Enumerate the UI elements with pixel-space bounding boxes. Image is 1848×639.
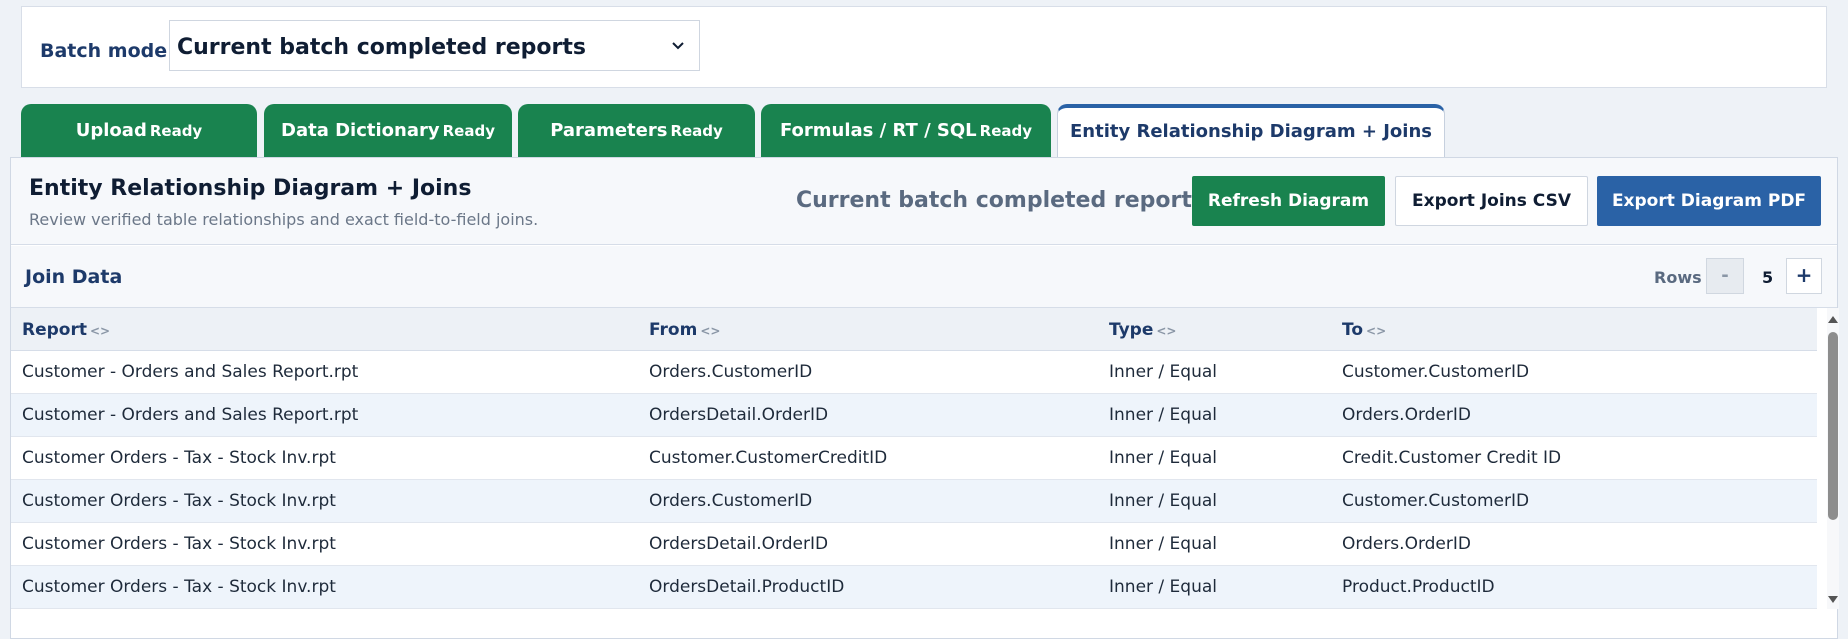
cell-to: Credit.Customer Credit ID (1342, 448, 1562, 468)
table-row[interactable]: Customer - Orders and Sales Report.rpt O… (11, 394, 1817, 437)
table-row[interactable]: Customer Orders - Tax - Stock Inv.rpt Cu… (11, 437, 1817, 480)
join-data-header: Join Data Rows - 5 + (11, 246, 1837, 308)
column-header-to[interactable]: To <> (1342, 320, 1386, 340)
tab-label: Entity Relationship Diagram + Joins (1070, 121, 1432, 142)
cell-report: Customer Orders - Tax - Stock Inv.rpt (22, 448, 336, 468)
column-header-report[interactable]: Report <> (22, 320, 110, 340)
cell-to: Orders.OrderID (1342, 405, 1471, 425)
batch-mode-bar: Batch mode Current batch completed repor… (21, 6, 1827, 88)
table-header-row: Report <> From <> Type <> To <> (11, 308, 1817, 351)
batch-mode-selected-value: Current batch completed reports (177, 35, 586, 60)
tab-data-dictionary[interactable]: Data Dictionary Ready (264, 104, 512, 157)
cell-to: Product.ProductID (1342, 577, 1495, 597)
page: Batch mode Current batch completed repor… (0, 0, 1848, 639)
sort-icon: <> (700, 324, 721, 338)
cell-type: Inner / Equal (1109, 362, 1217, 382)
chevron-down-icon (672, 42, 684, 50)
tab-status: Ready (670, 122, 723, 140)
refresh-diagram-button[interactable]: Refresh Diagram (1192, 176, 1385, 226)
export-diagram-pdf-button[interactable]: Export Diagram PDF (1597, 176, 1821, 226)
arrow-down-icon[interactable] (1828, 596, 1838, 603)
cell-to: Customer.CustomerID (1342, 362, 1530, 382)
batch-mode-label: Batch mode (40, 40, 168, 62)
tab-formulas-rt-sql[interactable]: Formulas / RT / SQL Ready (761, 104, 1051, 157)
tab-upload[interactable]: Upload Ready (21, 104, 257, 157)
current-batch-label: Current batch completed reports (796, 188, 1205, 213)
panel-subtitle: Review verified table relationships and … (29, 210, 539, 229)
cell-from: Customer.CustomerCreditID (649, 448, 888, 468)
column-header-type[interactable]: Type <> (1109, 320, 1176, 340)
column-header-from[interactable]: From <> (649, 320, 720, 340)
tab-label: Data Dictionary (281, 120, 440, 141)
rows-value: 5 (1762, 268, 1774, 287)
cell-report: Customer - Orders and Sales Report.rpt (22, 362, 359, 382)
tab-status: Ready (149, 122, 203, 140)
scrollbar-thumb[interactable] (1828, 332, 1838, 520)
cell-from: Orders.CustomerID (649, 491, 813, 511)
sort-icon: <> (1156, 324, 1177, 338)
cell-from: Orders.CustomerID (649, 362, 813, 382)
tab-label: Formulas / RT / SQL (779, 120, 977, 141)
tab-status: Ready (979, 122, 1033, 140)
cell-type: Inner / Equal (1109, 491, 1217, 511)
tab-status: Ready (442, 122, 495, 140)
tab-parameters[interactable]: Parameters Ready (518, 104, 755, 157)
cell-report: Customer Orders - Tax - Stock Inv.rpt (22, 577, 336, 597)
cell-report: Customer Orders - Tax - Stock Inv.rpt (22, 534, 336, 554)
join-data-title: Join Data (25, 266, 123, 288)
arrow-up-icon[interactable] (1828, 316, 1838, 323)
cell-from: OrdersDetail.OrderID (649, 534, 829, 554)
cell-from: OrdersDetail.ProductID (649, 577, 845, 597)
sort-icon: <> (1366, 324, 1387, 338)
cell-from: OrdersDetail.OrderID (649, 405, 829, 425)
tab-entity-relationship-diagram[interactable]: Entity Relationship Diagram + Joins (1057, 104, 1445, 158)
table-row[interactable]: Customer Orders - Tax - Stock Inv.rpt Or… (11, 566, 1817, 609)
tab-label: Upload (75, 120, 147, 141)
rows-increase-button[interactable]: + (1786, 258, 1822, 294)
rows-label: Rows (1654, 268, 1702, 287)
panel-header: Entity Relationship Diagram + Joins Revi… (11, 158, 1837, 245)
rows-decrease-button[interactable]: - (1706, 258, 1744, 294)
erd-panel: Entity Relationship Diagram + Joins Revi… (10, 157, 1839, 639)
table-row[interactable]: Customer Orders - Tax - Stock Inv.rpt Or… (11, 523, 1817, 566)
cell-to: Orders.OrderID (1342, 534, 1471, 554)
sort-icon: <> (89, 324, 111, 338)
cell-type: Inner / Equal (1109, 577, 1217, 597)
panel-title: Entity Relationship Diagram + Joins (29, 176, 472, 201)
table-row[interactable]: Customer - Orders and Sales Report.rpt O… (11, 351, 1817, 394)
cell-report: Customer Orders - Tax - Stock Inv.rpt (22, 491, 336, 511)
export-joins-csv-button[interactable]: Export Joins CSV (1395, 176, 1588, 226)
cell-type: Inner / Equal (1109, 405, 1217, 425)
cell-to: Customer.CustomerID (1342, 491, 1530, 511)
join-data-table: Report <> From <> Type <> To <> Customer - O… (11, 308, 1827, 609)
cell-report: Customer - Orders and Sales Report.rpt (22, 405, 359, 425)
cell-type: Inner / Equal (1109, 448, 1217, 468)
table-scrollbar[interactable] (1827, 308, 1839, 609)
cell-type: Inner / Equal (1109, 534, 1217, 554)
table-row[interactable]: Customer Orders - Tax - Stock Inv.rpt Or… (11, 480, 1817, 523)
tab-label: Parameters (550, 120, 668, 141)
batch-mode-select[interactable]: Current batch completed reports (169, 20, 700, 71)
